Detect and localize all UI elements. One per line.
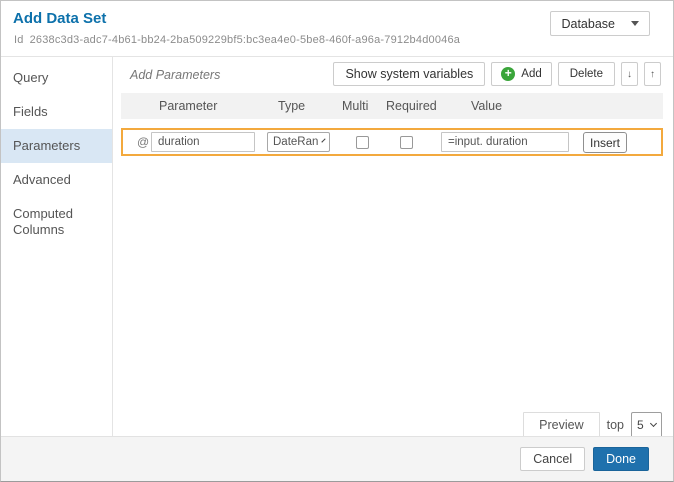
arrow-up-icon: ↑ [650, 69, 655, 80]
column-header-type: Type [278, 99, 305, 113]
move-down-button[interactable]: ↓ [621, 62, 638, 86]
id-label: Id [14, 34, 24, 46]
add-plus-icon: + [501, 67, 515, 81]
column-header-multi: Multi [342, 99, 368, 113]
chevron-down-icon [650, 420, 657, 427]
preview-row: Preview top 5 [523, 412, 662, 438]
database-dropdown-label: Database [561, 17, 615, 31]
parameter-prefix: @ [137, 135, 149, 149]
sidebar: Query Fields Parameters Advanced Compute… [1, 57, 113, 436]
column-header-required: Required [386, 99, 437, 113]
delete-parameter-button[interactable]: Delete [558, 62, 615, 86]
sidebar-item-advanced[interactable]: Advanced [1, 163, 112, 197]
sidebar-item-parameters[interactable]: Parameters [1, 129, 112, 163]
dialog-title: Add Data Set [13, 10, 106, 27]
column-header-parameter: Parameter [159, 99, 217, 113]
show-system-variables-button[interactable]: Show system variables [333, 62, 485, 86]
id-value: 2638c3d3-adc7-4b61-bb24-2ba509229bf5:bc3… [30, 34, 461, 46]
column-header-value: Value [471, 99, 502, 113]
top-count-select[interactable]: 5 [631, 412, 662, 438]
dataset-id: Id 2638c3d3-adc7-4b61-bb24-2ba509229bf5:b… [14, 34, 460, 46]
done-button[interactable]: Done [593, 447, 649, 471]
arrow-down-icon: ↓ [627, 69, 632, 80]
parameters-toolbar: Show system variables + Add Delete ↓ ↑ [333, 62, 661, 86]
add-button-label: Add [521, 68, 541, 80]
top-count-value: 5 [637, 418, 644, 432]
database-dropdown-button[interactable]: Database [550, 11, 650, 36]
parameter-name-input[interactable] [151, 132, 255, 152]
sidebar-item-fields[interactable]: Fields [1, 95, 112, 129]
add-parameter-button[interactable]: + Add [491, 62, 551, 86]
sidebar-item-query[interactable]: Query [1, 61, 112, 95]
type-select-value: DateRan [273, 136, 318, 148]
add-data-set-dialog: Add Data Set Id 2638c3d3-adc7-4b61-bb24-2… [0, 0, 674, 482]
caret-down-icon [631, 21, 639, 26]
multi-checkbox[interactable] [356, 136, 369, 149]
parameter-row: @ DateRan Insert [121, 128, 663, 156]
preview-button[interactable]: Preview [523, 412, 599, 438]
sidebar-item-computed-columns[interactable]: Computed Columns [1, 197, 112, 247]
type-select[interactable]: DateRan [267, 132, 330, 152]
chevron-down-icon [322, 138, 326, 142]
dialog-footer: Cancel Done [1, 436, 673, 481]
section-label: Add Parameters [130, 68, 220, 82]
top-label: top [607, 418, 624, 432]
insert-button[interactable]: Insert [583, 132, 627, 153]
move-up-button[interactable]: ↑ [644, 62, 661, 86]
parameter-value-input[interactable] [441, 132, 569, 152]
required-checkbox[interactable] [400, 136, 413, 149]
cancel-button[interactable]: Cancel [520, 447, 585, 471]
parameters-table-header: Parameter Type Multi Required Value [121, 93, 663, 119]
